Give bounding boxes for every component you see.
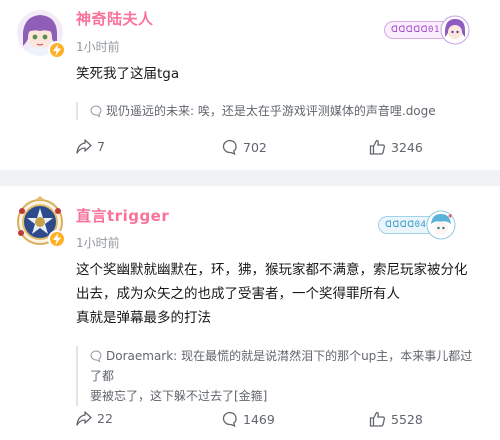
comment-card: 神奇陆夫人 1小时前 ᗡᗡᗡᗡᗡ01 笑死我了这届tga 现仍遥远的未来: 唉，…: [0, 0, 500, 170]
action-bar: 22 1469 5528: [76, 411, 476, 431]
thumbs-up-icon: [369, 139, 385, 155]
reply-preview[interactable]: Doraemark: 现在最慌的就是说潸然泪下的那个up主，本来事儿都过了都 要…: [76, 346, 480, 406]
comment-line: 这个奖幽默就幽默在，环，狒，猴玩家都不满意，索尼玩家被分化: [76, 262, 468, 278]
share-button[interactable]: 7: [76, 139, 105, 154]
timestamp: 1小时前: [76, 40, 120, 54]
reply-text: 要被忘了，这下躲不过去了[金箍]: [90, 389, 268, 403]
user-avatar[interactable]: [17, 10, 66, 59]
share-arrow-icon: [76, 139, 92, 154]
like-count: 5528: [391, 411, 423, 427]
comment-card: 直言trigger 1小时前 ᗡᗡᗡᗡ04 这个奖幽默就幽默在，环，狒，猴玩家都…: [0, 186, 500, 440]
comment-line: 笑死我了这届tga: [76, 66, 180, 82]
comment-text: 这个奖幽默就幽默在，环，狒，猴玩家都不满意，索尼玩家被分化 出去，成为众矢之的也…: [76, 258, 468, 330]
share-count: 7: [97, 139, 105, 154]
share-button[interactable]: 22: [76, 411, 113, 426]
reply-preview[interactable]: 现仍遥远的未来: 唉，还是太在乎游戏评测媒体的声音哩.doge: [76, 102, 480, 120]
comment-count: 1469: [243, 411, 275, 427]
like-button[interactable]: 5528: [369, 411, 423, 427]
reply-author[interactable]: 现仍遥远的未来:: [106, 104, 194, 118]
comment-line: 出去，成为众矢之的也成了受害者，一个奖得罪所有人: [76, 286, 400, 302]
share-count: 22: [97, 411, 113, 426]
quote-bubble-icon: [90, 350, 102, 362]
comment-bubble-icon: [222, 139, 237, 155]
user-avatar[interactable]: [17, 196, 66, 248]
reply-text: 唉，还是太在乎游戏评测媒体的声音哩.doge: [197, 104, 436, 118]
lightning-bolt-icon: [48, 41, 66, 59]
comment-button[interactable]: 1469: [222, 411, 275, 427]
lightning-bolt-icon: [48, 230, 66, 248]
medal-avatar-icon: [426, 210, 456, 240]
comment-line: 真就是弹幕最多的打法: [76, 310, 211, 326]
comment-bubble-icon: [222, 411, 237, 427]
comment-count: 702: [243, 139, 267, 155]
card-separator: [0, 170, 500, 186]
thumbs-up-icon: [369, 411, 385, 427]
username[interactable]: 直言trigger: [76, 205, 169, 226]
comment-button[interactable]: 702: [222, 139, 267, 155]
like-count: 3246: [391, 139, 423, 155]
like-button[interactable]: 3246: [369, 139, 423, 155]
share-arrow-icon: [76, 411, 92, 426]
quote-bubble-icon: [90, 105, 102, 117]
medal-avatar-icon: [440, 15, 470, 45]
fan-medal-badge[interactable]: ᗡᗡᗡᗡ04: [378, 210, 456, 240]
username[interactable]: 神奇陆夫人: [76, 8, 154, 29]
action-bar: 7 702 3246: [76, 139, 476, 159]
reply-author[interactable]: Doraemark:: [106, 349, 177, 363]
comment-text: 笑死我了这届tga: [76, 62, 179, 86]
fan-medal-badge[interactable]: ᗡᗡᗡᗡᗡ01: [384, 15, 470, 45]
medal-label: ᗡᗡᗡᗡᗡ01: [391, 25, 440, 35]
medal-label: ᗡᗡᗡᗡ04: [385, 220, 427, 230]
timestamp: 1小时前: [76, 236, 120, 250]
